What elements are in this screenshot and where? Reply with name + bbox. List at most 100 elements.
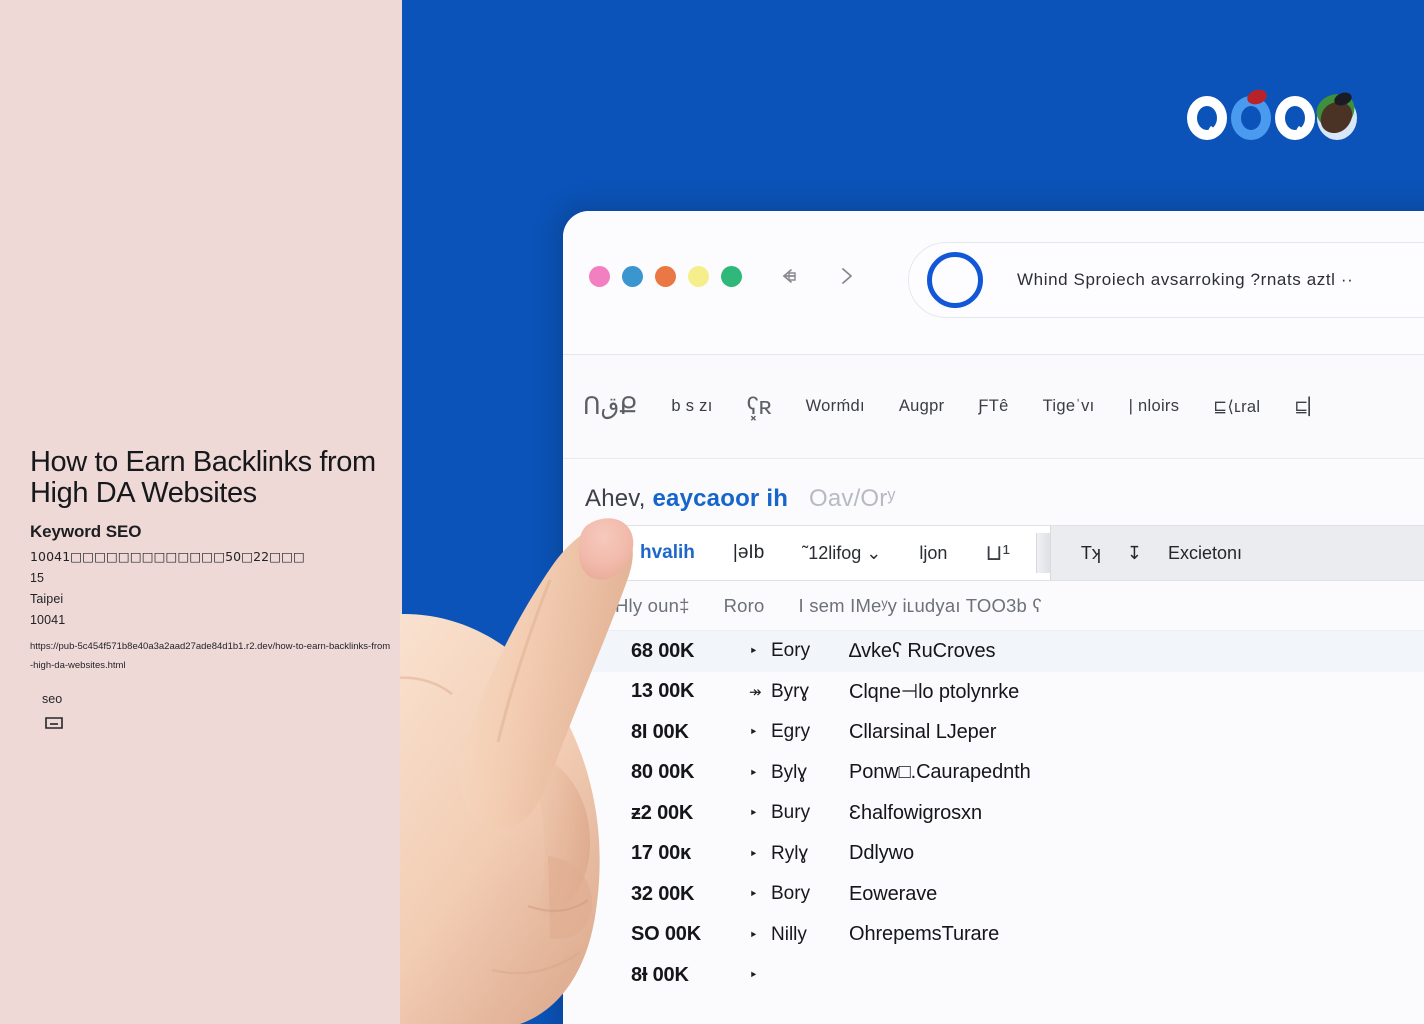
row-keyword[interactable]: Eowerave [849,883,937,906]
meta-address: 10041□□□□□□□□□□□□□50□22□□□ [30,549,305,565]
close-dot[interactable] [589,266,610,287]
table-column-headers: Hly oun‡ Roro I sem IMeʸy iʟudyaı TOO3b … [563,581,1424,631]
meta-number: 15 [30,571,45,586]
row-difficulty: Eory [771,640,811,662]
filter-dropdown[interactable]: ˜12lifog ⌄ [802,543,881,564]
row-volume: 80 00K [631,761,695,784]
column-header-keyword[interactable]: I sem IMeʸy iʟudyaı TOO3b ʕ [799,595,1042,617]
page-title-prefix: Ahev, [585,485,646,512]
row-difficulty: Nilly [771,923,807,945]
address-bar-text[interactable]: Whind Sproiech avsarroking ?rnats aztl ·… [1017,270,1353,290]
page-title-suffix: Oav/Orʸ [808,485,896,512]
filter-export-button[interactable]: Excietonı [1168,543,1242,564]
row-difficulty: Bury [771,802,811,824]
row-keyword[interactable]: Ddlywo [849,842,914,865]
row-keyword[interactable]: Ɛhalfowigrosxn [849,802,982,825]
toolbar-item-7[interactable]: Tigeˈvı [1043,397,1095,416]
toolbar-item-8[interactable]: | nloirs [1129,397,1180,416]
maximize-dot[interactable] [655,266,676,287]
table-row[interactable]: 68 00K ‣ Eory ∆vkeʕ RuCroves [563,631,1424,672]
toolbar-item-9[interactable]: ⊑⟨ʟral [1213,397,1260,417]
toolbar-icon-3[interactable]: ʕ͓ʀ [747,393,772,421]
filter-bar: hvalih |əΙb ˜12lifog ⌄ ljon ⊔¹ Tʞ ↧ Exci… [591,525,1424,581]
toolbar-icon-1[interactable]: ՈقՔ [583,392,637,421]
row-volume: 8Ɨ 00K [631,963,689,986]
row-difficulty: Egry [771,721,811,743]
browser-chrome: Whind Sproiech avsarroking ?rnats aztl ·… [563,211,1424,355]
row-trend-arrow-icon: ‣ [749,764,758,782]
column-header-volume[interactable]: Hly oun‡ [615,595,690,617]
row-volume: 17 00ĸ [631,842,691,865]
filter-country-select[interactable]: |əΙb [733,542,764,564]
meta-postcode: 10041 [30,613,66,628]
row-difficulty: Bory [771,883,811,905]
source-url[interactable]: https://pub-5c454f571b8e40a3a2aad27ade84… [30,638,392,675]
row-trend-arrow-icon: ‣ [749,886,758,904]
filter-export-icon[interactable]: ↧ [1127,543,1142,564]
toolbar-item-10[interactable]: ⊑▏ [1294,397,1321,417]
row-volume: 32 00K [631,882,695,905]
filter-mode[interactable]: ljon [919,543,947,564]
window-controls [589,266,742,287]
row-volume: ƶ2 00K [631,801,694,824]
results-table: 68 00K ‣ Eory ∆vkeʕ RuCroves 13 00K ↠ Byrɣ Clqn… [563,631,1424,996]
row-keyword[interactable]: Ponw□.Caurapednth [849,761,1031,784]
brand-logo [1159,82,1359,154]
table-row[interactable]: 17 00ĸ ‣ Rylɣ Ddlywo [563,834,1424,875]
row-keyword[interactable]: OhrepemsTurare [849,923,999,946]
table-row[interactable]: ƶ2 00K ‣ Bury Ɛhalfowigrosxn [563,793,1424,834]
column-header-kd[interactable]: Roro [724,595,765,617]
row-trend-arrow-icon: ‣ [749,643,758,661]
table-row[interactable]: 32 00K ‣ Bory Eowerave [563,874,1424,915]
back-arrow-icon[interactable] [773,261,803,291]
navigation-controls [773,261,861,291]
meta-city: Taipei [30,592,64,607]
page-title: Ahev, eaycaoor ih Oav/Orʸ [563,459,1424,525]
filter-bar-right: Tʞ ↧ Excietonı [1049,526,1424,580]
table-row[interactable]: 80 00K ‣ Bylɣ Ponw□.Caurapednth [563,753,1424,794]
reload-ring-icon[interactable] [927,252,983,308]
row-keyword[interactable]: Cllarsinal LJeper [849,721,996,744]
article-title: How to Earn Backlinks from High DA Websi… [30,446,376,509]
row-trend-arrow-icon: ‣ [749,845,758,863]
browser-window: Whind Sproiech avsarroking ?rnats aztl ·… [563,211,1424,1024]
row-trend-arrow-icon: ‣ [749,724,758,742]
row-keyword[interactable]: Clqne⊣lo ptolynrke [849,679,1019,704]
app-toolbar: ՈقՔ b s zı ʕ͓ʀ Worḿdı Augpr ƑTê Tigeˈvı… [563,355,1424,459]
filter-primary-tab[interactable]: hvalih [640,542,695,564]
row-trend-arrow-icon: ↠ [749,683,762,701]
filter-type-toggle[interactable]: Tʞ [1081,543,1101,564]
row-volume: SO 00K [631,923,701,946]
toolbar-item-4[interactable]: Worḿdı [806,397,865,416]
row-volume: 8I 00K [631,720,689,743]
row-difficulty: Bylɣ [771,761,807,783]
row-keyword[interactable]: ∆vkeʕ RuCroves [849,640,996,663]
row-trend-arrow-icon: ‣ [749,967,758,985]
left-info-panel: How to Earn Backlinks from High DA Websi… [0,0,402,1024]
table-row[interactable]: 8Ɨ 00K ‣ [563,955,1424,996]
minimize-dot[interactable] [622,266,643,287]
table-row[interactable]: 8I 00K ‣ Egry Cllarsinal LJeper [563,712,1424,753]
table-row[interactable]: SO 00K ‣ Nilly OhrepemsTurare [563,915,1424,956]
toolbar-item-6[interactable]: ƑTê [978,397,1008,416]
filter-bar-left: hvalih |əΙb ˜12lifog ⌄ ljon ⊔¹ [592,540,1010,566]
card-icon [44,716,64,730]
row-trend-arrow-icon: ‣ [749,805,758,823]
row-volume: 68 00K [631,639,695,662]
filter-cart-icon[interactable]: ⊔¹ [985,540,1010,566]
article-subtitle: Keyword SEO [30,522,142,542]
toolbar-item-5[interactable]: Augpr [899,397,945,416]
toolbar-item-2[interactable]: b s zı [671,397,712,416]
screenshot-root: Whind Sproiech avsarroking ?rnats aztl ·… [0,0,1424,1024]
filter-divider [1035,533,1050,573]
forward-chevron-icon[interactable] [831,261,861,291]
address-bar[interactable]: Whind Sproiech avsarroking ?rnats aztl ·… [908,242,1424,318]
green-dot[interactable] [721,266,742,287]
page-title-main: eaycaoor ih [652,485,789,512]
row-volume: 13 00K [631,680,695,703]
table-row[interactable]: 13 00K ↠ Byrɣ Clqne⊣lo ptolynrke [563,672,1424,713]
row-difficulty: Rylɣ [771,842,808,864]
row-difficulty: Byrɣ [771,680,810,702]
row-trend-arrow-icon: ‣ [749,926,758,944]
yellow-dot[interactable] [688,266,709,287]
